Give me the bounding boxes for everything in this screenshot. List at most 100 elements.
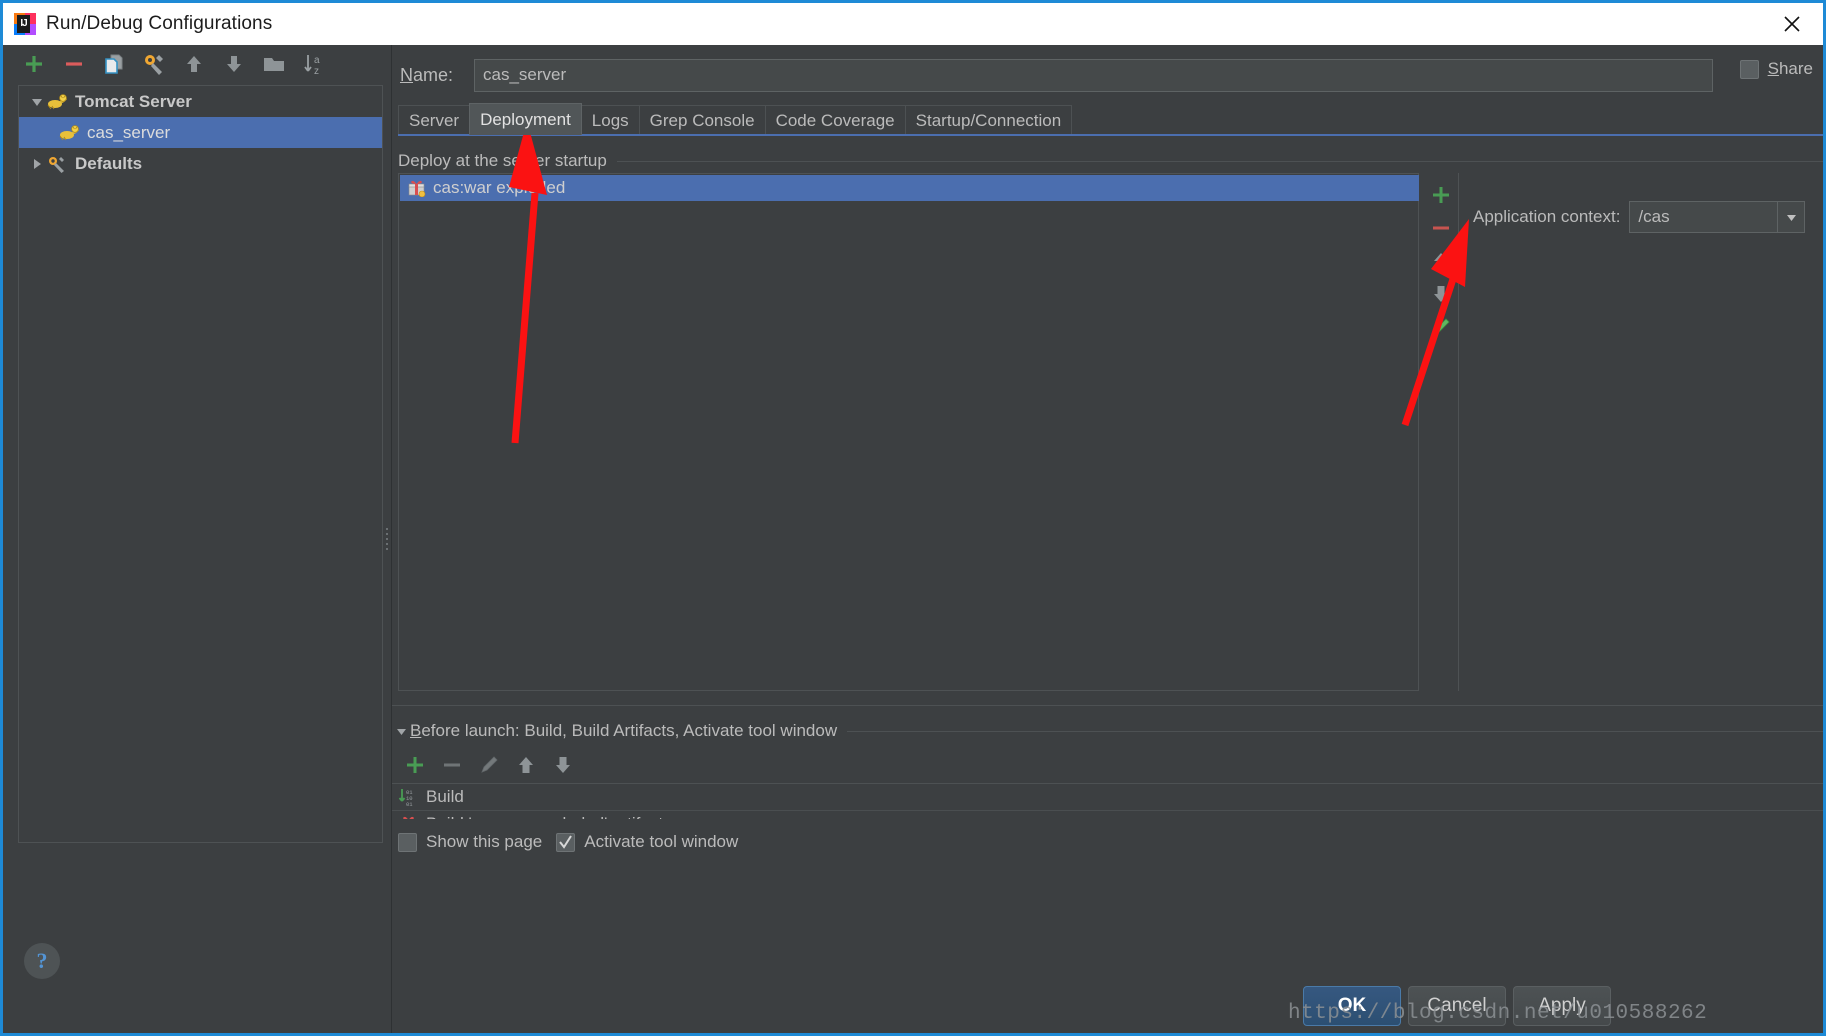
tab-code-coverage[interactable]: Code Coverage — [764, 105, 906, 135]
build-icon: 01 10 01 — [398, 787, 420, 807]
before-launch-title: Before launch: Build, Build Artifacts, A… — [410, 721, 847, 741]
edit-task-pencil-icon[interactable] — [477, 753, 501, 777]
name-label-rest: ame: — [413, 64, 454, 85]
show-this-page-label: Show this page — [426, 832, 543, 851]
deploy-section-title: Deploy at the server startup — [398, 151, 607, 170]
move-artifact-down-button[interactable] — [1425, 277, 1457, 310]
tomcat-icon — [59, 124, 81, 142]
section-divider-line — [616, 160, 1823, 162]
configuration-editor-panel: Name: Share Server Deployment Logs Grep … — [392, 45, 1823, 1033]
tree-item-label: cas_server — [87, 122, 171, 142]
show-this-page-checkbox[interactable]: Show this page — [398, 832, 542, 852]
splitter-grip — [385, 525, 389, 559]
deployment-list[interactable]: cas:war exploded — [398, 173, 1419, 691]
before-launch-title-rest: efore launch: Build, Build Artifacts, Ac… — [421, 721, 838, 740]
share-label-mnemonic: S — [1767, 59, 1779, 78]
deployment-item-label: cas:war exploded — [433, 178, 566, 197]
title-bar: IJ Run/Debug Configurations — [3, 3, 1823, 45]
add-configuration-button[interactable] — [22, 52, 46, 76]
show-this-page-box[interactable] — [398, 832, 417, 852]
tree-item-defaults[interactable]: Defaults — [19, 148, 382, 179]
activate-tool-window-label: Activate tool window — [584, 832, 739, 851]
chevron-down-icon[interactable] — [1777, 202, 1804, 232]
before-launch-task-row[interactable]: 01 10 01 Build — [392, 784, 1823, 811]
sort-alphabetically-icon[interactable]: a z — [302, 52, 326, 76]
deployment-content: cas:war exploded Application context: /c… — [398, 173, 1823, 695]
help-button[interactable]: ? — [24, 943, 60, 979]
task-move-down-button[interactable] — [551, 753, 575, 777]
add-task-button[interactable] — [403, 753, 427, 777]
before-launch-header: Before launch: Build, Build Artifacts, A… — [392, 718, 1823, 744]
activate-tool-window-box[interactable] — [556, 832, 576, 852]
close-icon[interactable] — [1769, 3, 1815, 45]
chevron-right-icon[interactable] — [27, 148, 47, 179]
share-label: Share — [1768, 59, 1813, 79]
tree-item-label: Defaults — [75, 153, 143, 173]
deploy-section-header: Deploy at the server startup — [398, 147, 1823, 175]
tab-grep-console[interactable]: Grep Console — [638, 105, 766, 135]
name-input[interactable] — [474, 58, 1713, 92]
application-context-row: Application context: /cas — [1473, 201, 1806, 233]
configuration-tabs: Server Deployment Logs Grep Console Code… — [398, 103, 1823, 135]
deployment-list-toolbar — [1423, 173, 1459, 691]
before-launch-task-label: Build 'cas:war exploded' artifact — [426, 814, 663, 819]
name-row: Name: — [392, 57, 1823, 93]
activate-tool-window-checkbox[interactable]: Activate tool window — [556, 832, 738, 852]
app-icon-letters: IJ — [17, 15, 30, 33]
before-launch-mnemonic: B — [410, 721, 422, 740]
tree-item-cas-server[interactable]: cas_server — [19, 117, 382, 148]
add-artifact-button[interactable] — [1425, 178, 1457, 211]
configurations-sidebar: a z Tomcat Server cas_server Defaults ? — [6, 45, 383, 1033]
before-launch-task-row[interactable]: Build 'cas:war exploded' artifact — [392, 811, 1823, 819]
name-label-mnemonic: N — [400, 64, 413, 85]
before-launch-task-label: Build — [426, 787, 464, 806]
configurations-tree: Tomcat Server cas_server Defaults — [18, 85, 383, 843]
chevron-down-icon[interactable] — [392, 726, 410, 737]
window-title: Run/Debug Configurations — [46, 13, 273, 34]
application-context-value[interactable]: /cas — [1630, 207, 1777, 227]
share-checkbox-box[interactable] — [1739, 59, 1759, 79]
tomcat-icon — [47, 93, 69, 111]
tab-logs[interactable]: Logs — [580, 105, 640, 135]
create-folder-button[interactable] — [262, 52, 286, 76]
before-launch-toolbar — [396, 747, 796, 783]
section-divider-line — [847, 730, 1823, 732]
application-context-combo[interactable]: /cas — [1629, 201, 1806, 233]
cancel-button[interactable]: Cancel — [1408, 986, 1506, 1026]
svg-text:a: a — [314, 55, 320, 66]
ok-button[interactable]: OK — [1303, 986, 1401, 1026]
tab-server[interactable]: Server — [398, 105, 471, 135]
share-label-rest: hare — [1778, 59, 1813, 78]
tab-underline — [398, 134, 1823, 136]
sidebar-splitter[interactable] — [383, 45, 391, 995]
tab-startup-connection[interactable]: Startup/Connection — [904, 105, 1073, 135]
svg-text:z: z — [314, 66, 319, 76]
sidebar-toolbar: a z — [6, 45, 383, 83]
copy-configuration-button[interactable] — [102, 52, 126, 76]
tab-deployment[interactable]: Deployment — [469, 103, 582, 135]
run-debug-configurations-dialog: IJ Run/Debug Configurations a z Tomcat S… — [0, 0, 1826, 1036]
artifact-icon — [398, 814, 420, 819]
edit-defaults-wrench-icon[interactable] — [142, 52, 166, 76]
apply-button[interactable]: Apply — [1513, 986, 1611, 1026]
remove-task-button[interactable] — [440, 753, 464, 777]
move-down-button[interactable] — [222, 52, 246, 76]
remove-artifact-button[interactable] — [1425, 211, 1457, 244]
chevron-down-icon[interactable] — [27, 86, 47, 117]
svg-text:01: 01 — [406, 801, 413, 807]
dialog-footer: OK Cancel Apply — [392, 978, 1823, 1033]
move-up-button[interactable] — [182, 52, 206, 76]
task-move-up-button[interactable] — [514, 753, 538, 777]
wrench-icon — [47, 155, 69, 173]
tree-item-tomcat-server[interactable]: Tomcat Server — [19, 86, 382, 117]
before-launch-task-list[interactable]: 01 10 01 Build Build — [392, 783, 1823, 819]
remove-configuration-button[interactable] — [62, 52, 86, 76]
move-artifact-up-button[interactable] — [1425, 244, 1457, 277]
bottom-options: Show this page Activate tool window — [398, 827, 1098, 857]
deployment-list-item[interactable]: cas:war exploded — [400, 175, 1419, 201]
application-context-label: Application context: — [1473, 207, 1621, 226]
edit-artifact-pencil-icon[interactable] — [1425, 310, 1457, 343]
check-icon — [559, 834, 573, 849]
name-label: Name: — [400, 65, 474, 86]
share-checkbox[interactable]: Share — [1739, 59, 1813, 79]
